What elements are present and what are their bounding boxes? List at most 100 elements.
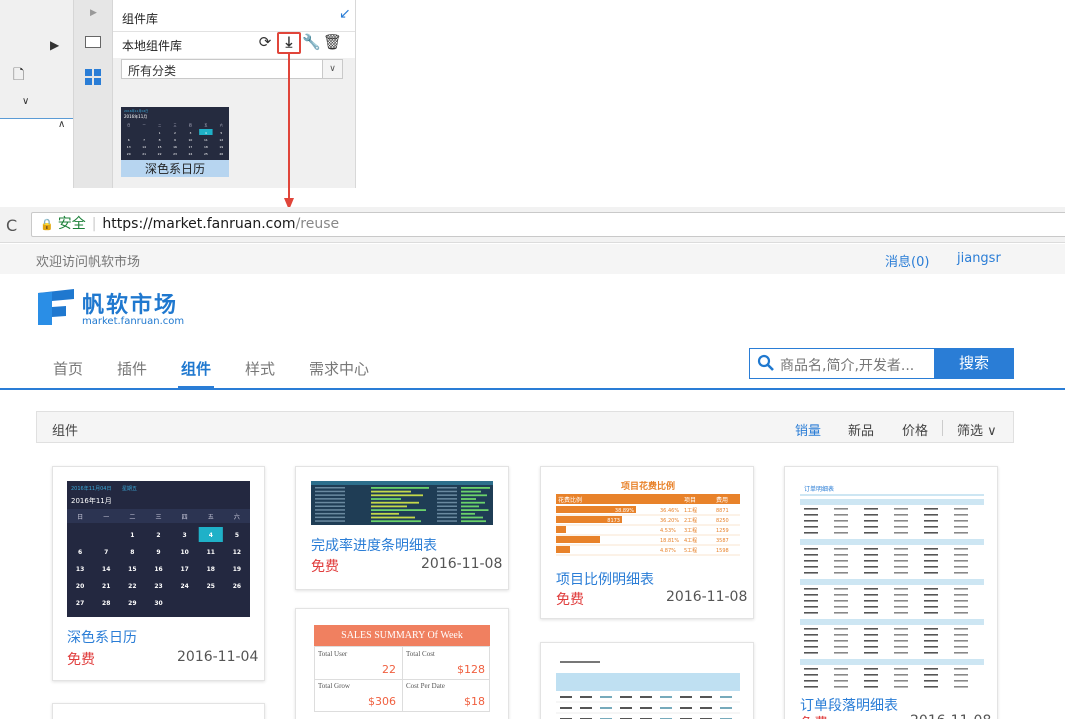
format-painter-icon[interactable]: ▶ (50, 38, 59, 52)
calendar-weekday: 六 (234, 513, 240, 521)
order-cell (954, 514, 968, 516)
progress-row-label (315, 520, 345, 522)
lock-icon: 🔒 (40, 218, 54, 231)
sort-price[interactable]: 价格 (902, 420, 928, 439)
progress-bar (461, 509, 489, 511)
nav-components[interactable]: 组件 (181, 358, 211, 379)
mini-calendar-day: 1 (159, 131, 161, 135)
order-cell (804, 668, 818, 670)
order-cell (954, 612, 968, 614)
progress-bar (461, 501, 485, 504)
order-cell (894, 588, 908, 590)
order-cell (924, 612, 938, 614)
order-cell (864, 588, 878, 590)
card-title[interactable]: 完成率进度条明细表 (311, 535, 437, 555)
progress-row-label (315, 501, 345, 504)
form-icon[interactable] (85, 36, 101, 48)
trash-icon[interactable]: 🗑 (323, 33, 342, 51)
order-cell (924, 686, 938, 688)
order-cell (894, 554, 908, 556)
component-card[interactable] (52, 703, 265, 719)
component-card[interactable]: SALES SUMMARY Of Week Total User 22 Tota… (295, 608, 509, 719)
card-price: 免费 (556, 592, 584, 608)
ratio-cost: 1598 (716, 548, 729, 554)
card-date: 2016-11-04 (177, 649, 259, 665)
sales-value: $18 (464, 695, 485, 708)
mini-calendar-day: 24 (189, 152, 193, 156)
calendar-day: 3 (183, 532, 187, 539)
search-input[interactable]: 商品名,简介,开发者... (749, 348, 935, 379)
component-card[interactable]: 2016年11月04日 星期五 2016年11月日一二三四五六 1 2 3 4 5 6 7 8 9 10… (52, 466, 265, 681)
preview-doc-icon[interactable]: 🗋 (13, 64, 24, 88)
order-cell (954, 520, 968, 522)
ratio-project: 4工程 (684, 537, 697, 544)
ratio-cost: 1259 (716, 528, 729, 534)
browser-toolbar: C 🔒 安全 | https://market.fanruan.com/reuse (0, 207, 1065, 243)
filter-divider (942, 420, 943, 436)
refresh-icon[interactable]: ⟳ (256, 33, 274, 51)
component-card[interactable]: 项目花费比例 花费比例 项目 费用 38.89% 36.46% 1工程 8871 8173 36.… (540, 466, 754, 619)
address-bar[interactable]: 🔒 安全 | https://market.fanruan.com/reuse (31, 212, 1065, 237)
order-cell (834, 572, 848, 574)
chevron-up-icon[interactable]: ∧ (58, 119, 65, 130)
mini-calendar-day: 26 (219, 152, 223, 156)
username-link[interactable]: jiangsr (957, 251, 1001, 266)
order-cell (864, 572, 878, 574)
card-price: 免费 (67, 652, 95, 668)
card-title[interactable]: 项目比例明细表 (556, 569, 654, 589)
wrench-icon[interactable]: 🔧 (302, 33, 321, 51)
component-lib-icon[interactable] (84, 68, 102, 86)
component-thumbnail[interactable]: 2016年11月04日 2016年11月日一二三四五六 1 2 3 4 5 6 7 8 9 10 11 1… (121, 107, 229, 163)
component-card[interactable]: 订单明细表 订单段落明细表 免费 2016-11-08 (784, 466, 998, 719)
secure-label: 安全 (57, 216, 86, 232)
chevron-down-icon[interactable]: ∨ (22, 96, 29, 107)
component-card[interactable] (540, 642, 754, 719)
calendar-day: 8 (130, 549, 134, 556)
messages-link[interactable]: 消息(0) (885, 251, 929, 270)
card-date: 2016-11-08 (910, 713, 991, 719)
progress-row-label (315, 498, 345, 500)
order-cell (924, 526, 938, 528)
card-title[interactable]: 订单段落明细表 (800, 695, 898, 715)
order-cell (864, 532, 878, 534)
reload-icon[interactable]: C (6, 216, 17, 235)
sort-new[interactable]: 新品 (848, 420, 874, 439)
sort-sales[interactable]: 销量 (795, 420, 821, 439)
ratio-header (556, 494, 740, 504)
designer-panel: ▶ 🗋 ∨ ∧ ▶ 组件库 ↙ 本地组件库 ⟳ ⤓ 🔧 🗑 所有分类 ∨ 201… (0, 0, 356, 188)
category-select[interactable]: 所有分类 ∨ (121, 59, 343, 79)
pin-icon[interactable]: ↙ (339, 6, 351, 22)
mini-calendar-day: 14 (142, 145, 146, 149)
calendar-preview: 2016年11月04日 星期五2016年11月日一二三四五六1 2 3 4 56 7 8 9 10… (67, 481, 250, 617)
ratio-pct: 4.53% (660, 528, 676, 534)
ratio-cost: 8250 (716, 518, 729, 524)
filter-dropdown[interactable]: 筛选 ∨ (957, 420, 997, 439)
order-cell (954, 646, 968, 648)
nav-demand-center[interactable]: 需求中心 (309, 358, 369, 379)
mini-calendar-day: 25 (204, 152, 208, 156)
order-cell (834, 588, 848, 590)
fanruan-logo-icon[interactable] (36, 287, 76, 327)
nav-home[interactable]: 首页 (53, 358, 83, 379)
component-card[interactable]: 完成率进度条明细表 免费 2016-11-08 (295, 466, 509, 590)
nav-plugins[interactable]: 插件 (117, 358, 147, 379)
mini-calendar-day: 5 (220, 131, 222, 135)
order-section-header (800, 539, 984, 545)
progress-row-value (437, 516, 457, 519)
order-cell (894, 680, 908, 682)
nav-styles[interactable]: 样式 (245, 358, 275, 379)
card-title[interactable]: 深色系日历 (67, 627, 137, 647)
sales-label: Total User (318, 650, 348, 658)
order-cell (924, 646, 938, 648)
order-cell (804, 628, 818, 630)
expand-arrow-icon[interactable]: ▶ (90, 8, 97, 18)
calendar-day: 25 (207, 583, 215, 590)
mini-calendar-weekday: 四 (189, 123, 192, 127)
side-tool-strip: ▶ (73, 0, 113, 188)
mini-calendar-day: 17 (189, 145, 193, 149)
designer-left-toolbar: ▶ 🗋 ∨ ∧ (0, 0, 73, 188)
order-cell (954, 652, 968, 654)
search-button[interactable]: 搜索 (934, 348, 1014, 379)
progress-row-label (315, 512, 345, 515)
mini-calendar-day: 20 (127, 152, 131, 156)
